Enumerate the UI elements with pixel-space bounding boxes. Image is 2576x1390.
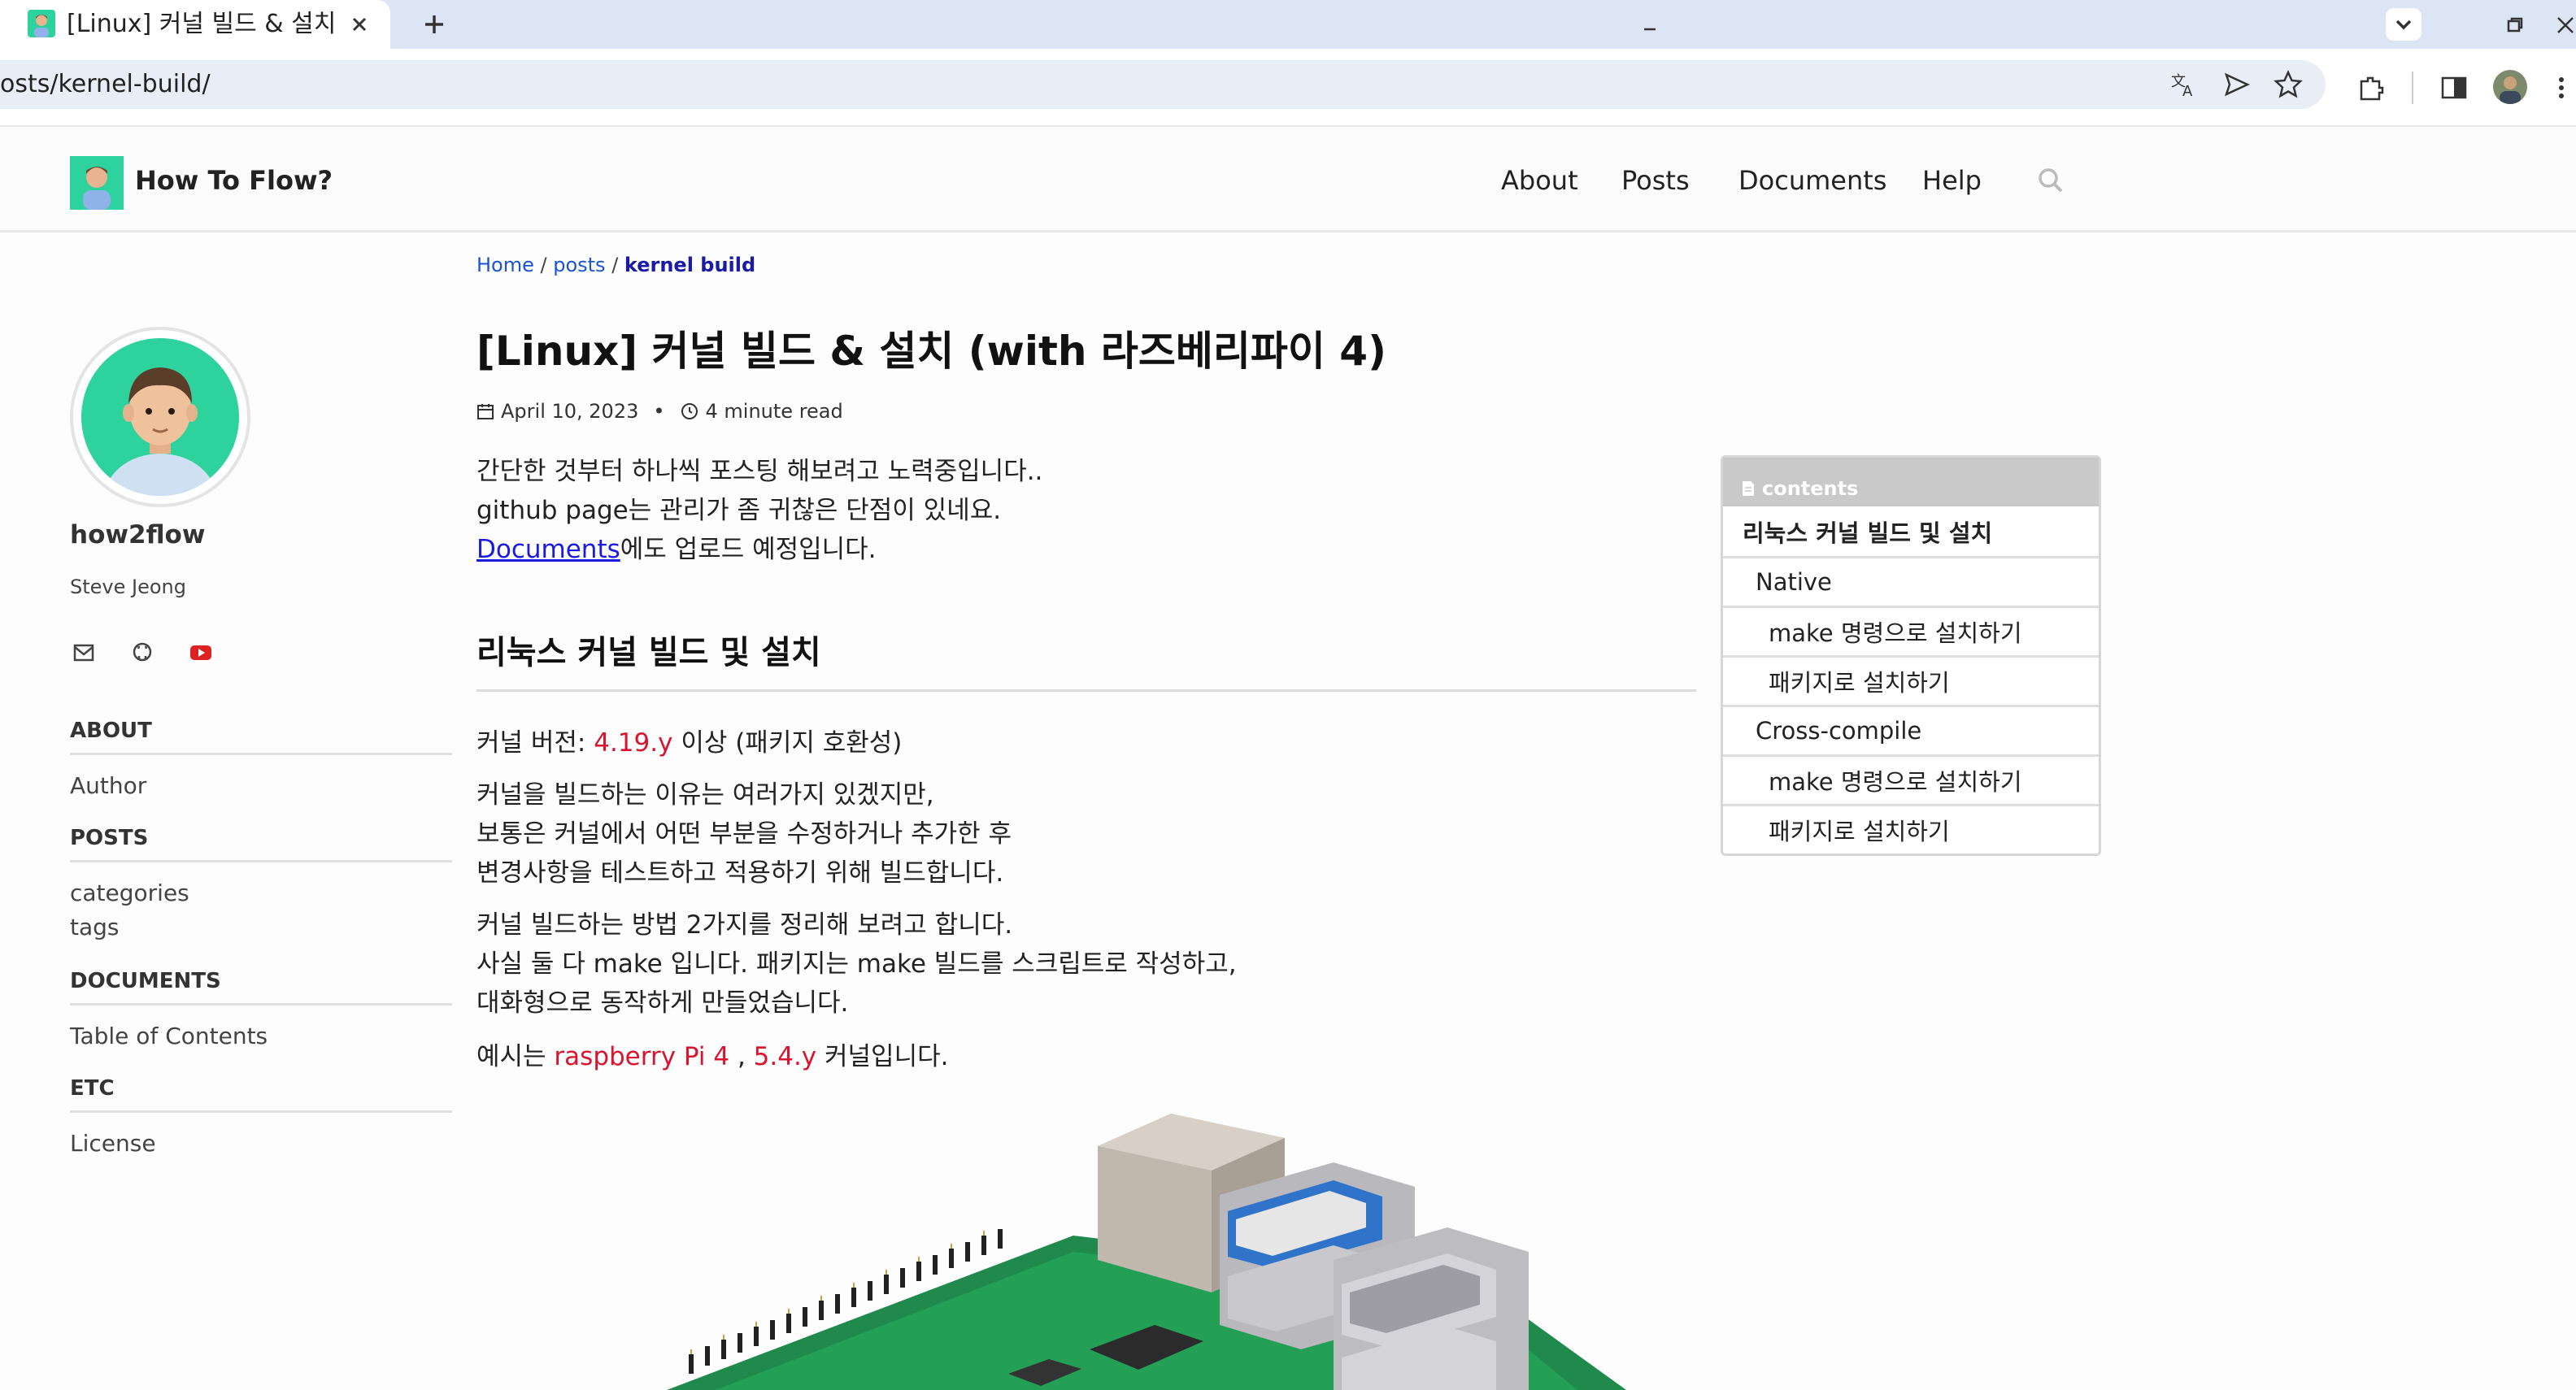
file-icon [1741,480,1756,497]
example-line: 예시는 raspberry Pi 4 , 5.4.y 커널입니다. [476,1037,948,1076]
site-title[interactable]: How To Flow? [135,163,333,198]
p3-line-3: 대화형으로 동작하게 만들었습니다. [476,988,849,1018]
example-sep: , [729,1042,754,1071]
sidebar-link-tags[interactable]: tags [70,914,120,940]
breadcrumb-separator: / [533,254,554,276]
window-close-icon[interactable] [2552,11,2576,39]
intro-line-2: github page는 관리가 좀 귀찮은 단점이 있네요. [476,496,1002,525]
p2-line-2: 보통은 커널에서 어떤 부분을 수정하거나 추가한 후 [476,819,1012,849]
p2-line-1: 커널을 빌드하는 이유는 여러가지 있겠지만, [476,780,934,810]
github-icon[interactable] [128,639,156,667]
svg-text:A: A [2182,83,2193,100]
toc-header: contents [1723,458,2099,506]
tab-title: [Linux] 커널 빌드 & 설치 (wi [67,10,335,38]
nav-documents[interactable]: Documents [1738,163,1886,198]
side-panel-icon[interactable] [2438,72,2470,104]
sidebar-heading-posts: POSTS [70,826,452,862]
restore-icon[interactable] [2501,11,2529,39]
search-icon[interactable] [2034,164,2067,197]
browser-menu-icon[interactable] [2553,72,2569,104]
toc-item[interactable]: 패키지로 설치하기 [1723,655,2099,705]
minimize-icon[interactable] [1636,11,1664,39]
toc-heading: contents [1762,477,1859,500]
breadcrumb-current[interactable]: kernel build [624,254,755,276]
example-board: raspberry Pi 4 [554,1042,730,1071]
raspberry-pi-photo [667,1097,1626,1390]
sidebar-link-table-of-contents[interactable]: Table of Contents [70,1023,268,1049]
toc-item[interactable]: make 명령으로 설치하기 [1723,606,2099,655]
nav-about[interactable]: About [1501,163,1578,198]
sidebar-link-license[interactable]: License [70,1130,156,1157]
toolbar-divider [2412,72,2413,104]
post-meta: April 10, 2023 • 4 minute read [476,400,843,423]
sidebar-link-author[interactable]: Author [70,772,146,799]
browser-toolbar: osts/kernel-build/ 文A [0,49,2576,127]
site-logo[interactable] [70,156,124,210]
breadcrumb-posts[interactable]: posts [553,254,605,276]
breadcrumb-home[interactable]: Home [476,254,534,276]
p3-line-1: 커널 빌드하는 방법 2가지를 정리해 보려고 합니다. [476,910,1013,940]
sidebar-heading-about: ABOUT [70,719,452,755]
send-to-device-icon[interactable] [2220,68,2252,101]
table-of-contents: contents 리눅스 커널 빌드 및 설치 Native make 명령으로… [1721,455,2101,856]
new-tab-button[interactable] [416,7,452,42]
browser-tab-bar: [Linux] 커널 빌드 & 설치 (wi [0,0,2576,49]
author-name: how2flow [70,520,206,549]
toc-item[interactable]: Native [1723,556,2099,606]
author-avatar [70,327,250,507]
tab-close-icon[interactable] [346,11,372,37]
tab-favicon-icon [28,10,55,37]
intro-line-3: Documents에도 업로드 예정입니다. [476,530,877,569]
p2-line-3: 변경사항을 테스트하고 적용하기 위해 빌드합니다. [476,858,1004,888]
section-heading: 리눅스 커널 빌드 및 설치 [476,626,1696,692]
sidebar-link-categories[interactable]: categories [70,880,189,906]
sidebar-heading-documents: DOCUMENTS [70,969,452,1006]
post-title: [Linux] 커널 빌드 & 설치 (with 라즈베리파이 4) [476,328,1386,375]
documents-link[interactable]: Documents [476,535,620,564]
toc-item[interactable]: 리눅스 커널 빌드 및 설치 [1723,506,2099,556]
nav-help[interactable]: Help [1922,163,1982,198]
sidebar-heading-etc: ETC [70,1076,452,1113]
p3-line-2: 사실 둘 다 make 입니다. 패키지는 make 빌드를 스크립트로 작성하… [476,949,1237,979]
browser-tab-active[interactable]: [Linux] 커널 빌드 & 설치 (wi [0,0,390,49]
site-header: How To Flow? About Posts Documents Help [0,127,2576,232]
example-suffix: 커널입니다. [816,1042,949,1071]
tab-search-button[interactable] [2386,8,2422,41]
example-prefix: 예시는 [476,1042,555,1071]
read-time: 4 minute read [705,400,843,423]
intro-line-3-text: 에도 업로드 예정입니다. [620,535,877,564]
version-suffix: 이상 (패키지 호환성) [672,728,903,758]
extensions-icon[interactable] [2355,72,2387,104]
translate-icon[interactable]: 文A [2168,68,2200,101]
author-real-name: Steve Jeong [70,576,186,598]
version-value: 4.19.y [594,728,673,758]
intro-line-1: 간단한 것부터 하나씩 포스팅 해보려고 노력중입니다.. [476,457,1043,486]
address-bar[interactable]: osts/kernel-build/ 文A [0,60,2326,109]
meta-bullet: • [653,400,665,423]
kernel-version-line: 커널 버전: 4.19.y 이상 (패키지 호환성) [476,723,902,762]
bookmark-star-icon[interactable] [2272,68,2304,101]
toc-item[interactable]: 패키지로 설치하기 [1723,804,2099,854]
version-prefix: 커널 버전: [476,728,594,758]
post-date: April 10, 2023 [501,400,639,423]
youtube-icon[interactable] [187,639,215,667]
toc-item[interactable]: make 명령으로 설치하기 [1723,754,2099,804]
calendar-icon [476,402,494,420]
clock-icon [680,402,699,421]
url-text[interactable]: osts/kernel-build/ [0,70,211,99]
nav-posts[interactable]: Posts [1621,163,1690,198]
breadcrumb-separator: / [605,254,624,276]
toc-item[interactable]: Cross-compile [1723,705,2099,754]
email-icon[interactable] [70,639,98,667]
profile-avatar[interactable] [2493,70,2527,104]
example-version: 5.4.y [753,1042,817,1071]
breadcrumb: Home / posts / kernel build [476,254,755,276]
